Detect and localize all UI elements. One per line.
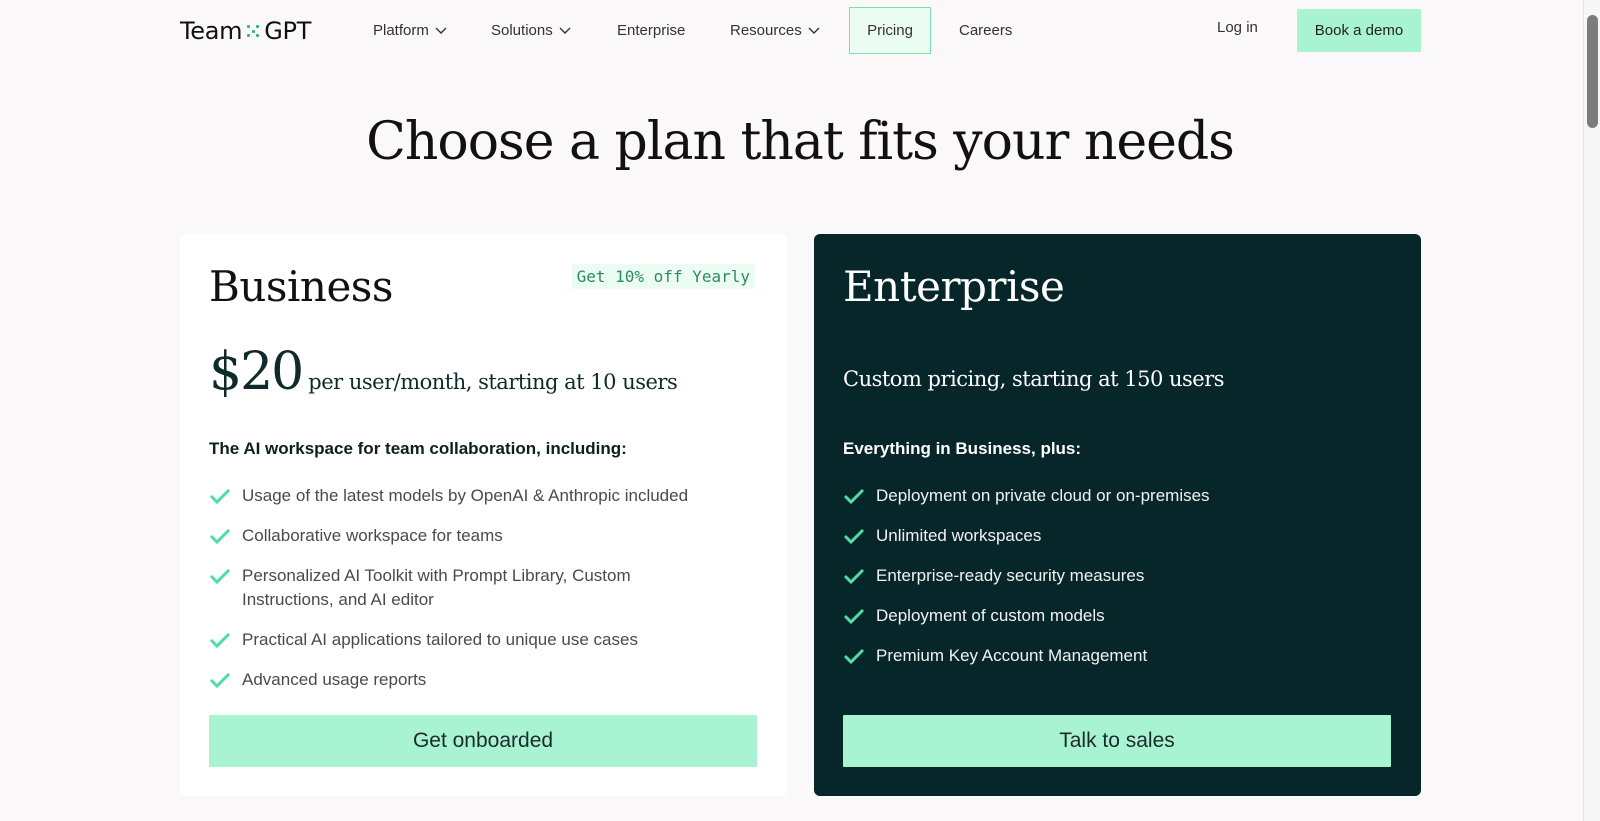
plan-name: Business: [209, 262, 393, 311]
check-icon: [843, 488, 865, 505]
logo-text-team: Team: [180, 17, 243, 45]
nav-enterprise[interactable]: Enterprise: [617, 18, 685, 42]
discount-badge: Get 10% off Yearly: [571, 264, 755, 289]
feature-item: Deployment of custom models: [843, 604, 1383, 628]
enterprise-plan-card: Enterprise Custom pricing, starting at 1…: [814, 234, 1421, 796]
nav-careers[interactable]: Careers: [959, 18, 1012, 42]
features-heading: Everything in Business, plus:: [843, 439, 1082, 458]
page-title: Choose a plan that fits your needs: [366, 112, 1235, 172]
check-icon: [209, 528, 231, 545]
check-icon: [209, 632, 231, 649]
price-description: per user/month, starting at 10 users: [308, 370, 678, 394]
feature-item: Advanced usage reports: [209, 668, 749, 692]
check-icon: [843, 568, 865, 585]
feature-item: Enterprise-ready security measures: [843, 564, 1383, 588]
plan-name: Enterprise: [843, 262, 1065, 311]
chevron-down-icon: [808, 27, 820, 34]
nav-resources[interactable]: Resources: [730, 18, 821, 42]
feature-text: Unlimited workspaces: [876, 526, 1042, 545]
check-icon: [209, 568, 231, 585]
feature-text: Deployment of custom models: [876, 606, 1105, 625]
feature-item: Usage of the latest models by OpenAI & A…: [209, 484, 749, 508]
check-icon: [843, 608, 865, 625]
feature-text: Premium Key Account Management: [876, 646, 1148, 665]
chevron-down-icon: [559, 27, 571, 34]
feature-item: Collaborative workspace for teams: [209, 524, 749, 548]
login-link[interactable]: Log in: [1217, 19, 1258, 36]
feature-text: Usage of the latest models by OpenAI & A…: [242, 486, 689, 505]
feature-item: Personalized AI Toolkit with Prompt Libr…: [209, 564, 749, 612]
feature-text: Deployment on private cloud or on-premis…: [876, 486, 1210, 505]
feature-text: Collaborative workspace for teams: [242, 526, 503, 545]
feature-text: Practical AI applications tailored to un…: [242, 630, 638, 649]
logo-text-gpt: GPT: [264, 17, 312, 45]
chevron-down-icon: [435, 27, 447, 34]
nav-solutions-label: Solutions: [491, 21, 553, 39]
check-icon: [209, 672, 231, 689]
feature-text: Advanced usage reports: [242, 670, 427, 689]
nav-platform-label: Platform: [373, 21, 429, 39]
check-icon: [209, 488, 231, 505]
price-row: $20 per user/month, starting at 10 users: [209, 342, 678, 402]
feature-item: Deployment on private cloud or on-premis…: [843, 484, 1383, 508]
feature-item: Unlimited workspaces: [843, 524, 1383, 548]
talk-to-sales-button[interactable]: Talk to sales: [843, 715, 1391, 767]
nav-platform[interactable]: Platform: [373, 18, 448, 42]
get-onboarded-button[interactable]: Get onboarded: [209, 715, 757, 767]
book-demo-button[interactable]: Book a demo: [1297, 9, 1421, 52]
nav-careers-label: Careers: [959, 21, 1013, 39]
scrollbar-thumb[interactable]: [1587, 15, 1598, 128]
business-plan-card: Business Get 10% off Yearly $20 per user…: [180, 234, 787, 796]
site-header: Team GPT Platform Solutions Enterprise R…: [0, 0, 1583, 60]
features-list: Deployment on private cloud or on-premis…: [843, 484, 1383, 684]
feature-text: Enterprise-ready security measures: [876, 566, 1145, 585]
check-icon: [843, 528, 865, 545]
nav-solutions[interactable]: Solutions: [491, 18, 572, 42]
price-amount: $20: [209, 342, 304, 402]
dots-icon: [246, 24, 260, 38]
nav-pricing-label: Pricing: [867, 22, 913, 39]
nav-enterprise-label: Enterprise: [617, 21, 686, 39]
page-scrollbar[interactable]: [1583, 0, 1600, 821]
feature-item: Practical AI applications tailored to un…: [209, 628, 749, 652]
features-list: Usage of the latest models by OpenAI & A…: [209, 484, 749, 708]
features-heading: The AI workspace for team collaboration,…: [209, 439, 627, 458]
team-gpt-logo[interactable]: Team GPT: [180, 17, 311, 45]
feature-item: Premium Key Account Management: [843, 644, 1383, 668]
nav-pricing[interactable]: Pricing: [849, 7, 931, 54]
price-description: Custom pricing, starting at 150 users: [843, 367, 1225, 391]
feature-text: Personalized AI Toolkit with Prompt Libr…: [242, 566, 631, 609]
nav-resources-label: Resources: [730, 21, 802, 39]
check-icon: [843, 648, 865, 665]
